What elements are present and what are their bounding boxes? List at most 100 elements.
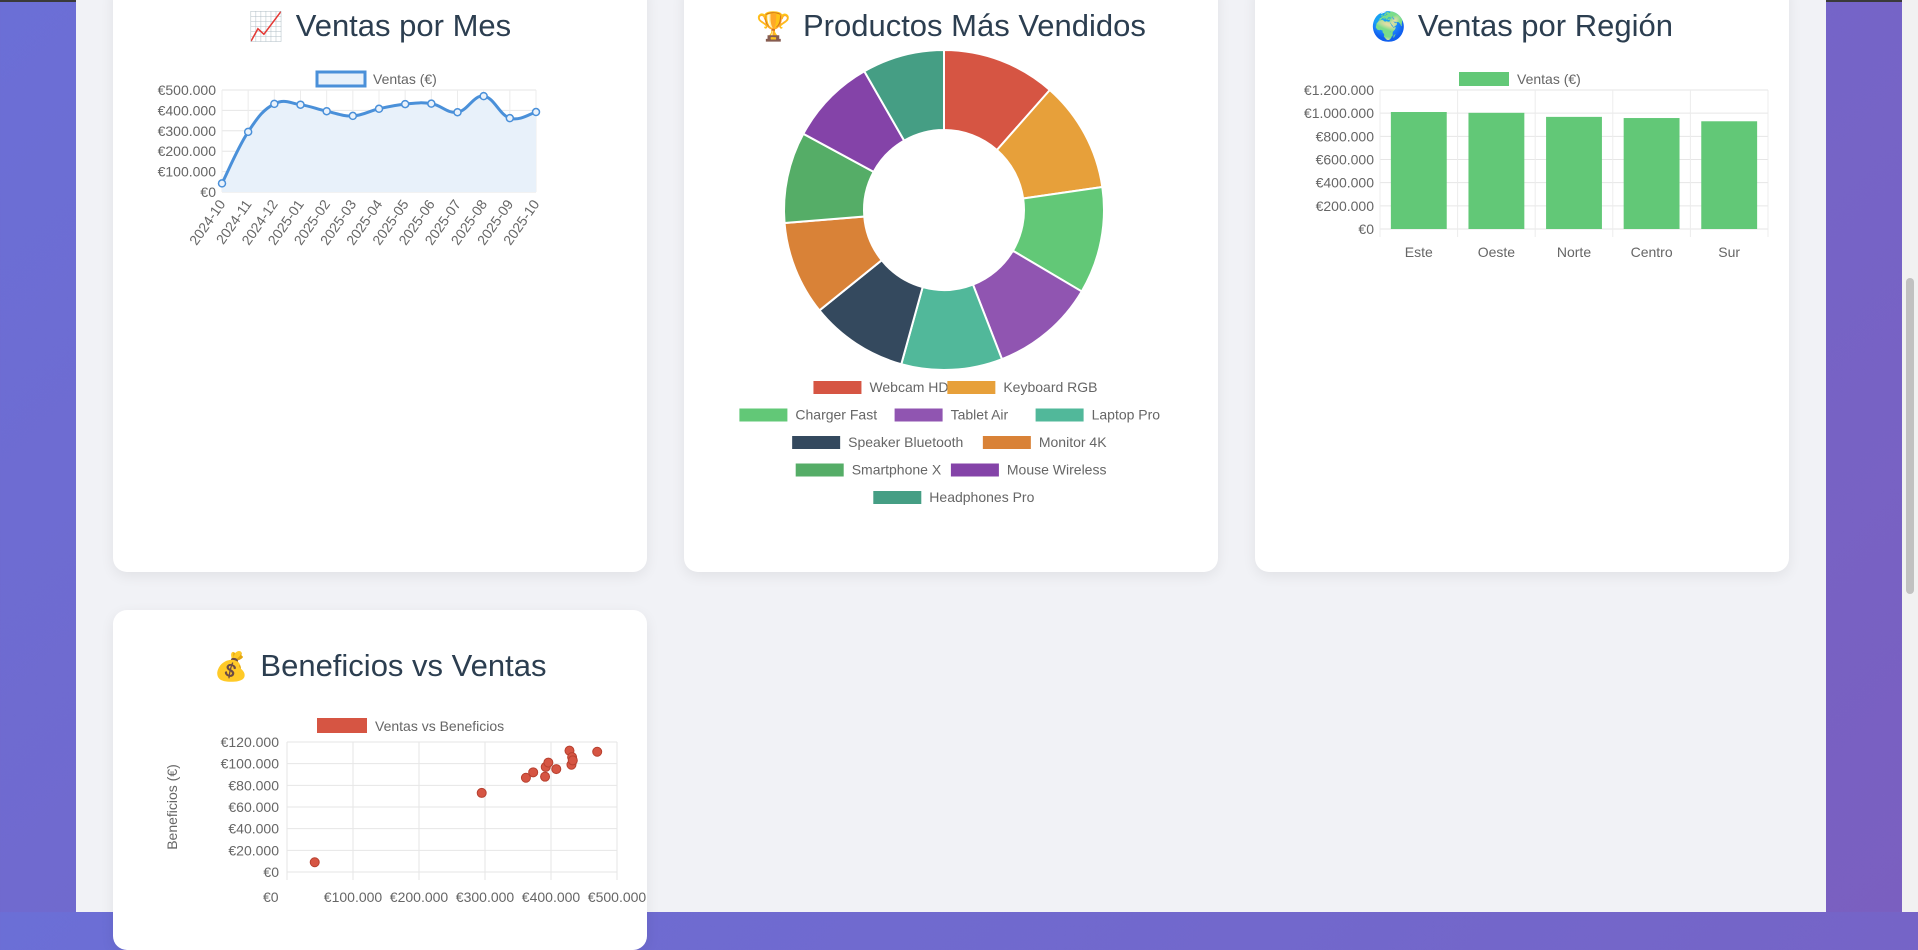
scatter-point xyxy=(543,757,554,768)
chart-increasing-icon: 📈 xyxy=(248,11,284,42)
data-point xyxy=(348,111,358,121)
legend-label: Keyboard RGB xyxy=(1003,379,1097,395)
legend-label: Ventas (€) xyxy=(373,71,437,87)
legend-label: Tablet Air xyxy=(951,407,1009,423)
y-tick-label: €100.000 xyxy=(158,164,217,180)
title-text: Productos Más Vendidos xyxy=(802,8,1146,43)
data-point xyxy=(505,113,515,123)
legend-label: Laptop Pro xyxy=(1092,407,1161,423)
data-point xyxy=(322,106,331,116)
bar-centro xyxy=(1623,118,1680,229)
y-tick-label: €100.000 xyxy=(221,756,280,772)
y-tick-label: €120.000 xyxy=(221,734,280,750)
legend-swatch xyxy=(792,436,841,449)
legend-label: Webcam HD xyxy=(869,379,948,395)
y-tick-label: €1.000.000 xyxy=(1304,105,1374,121)
card-title-sales-by-month: 📈 Ventas por Mes xyxy=(113,8,647,44)
legend-swatch xyxy=(947,381,996,394)
scatter-point xyxy=(567,755,578,766)
legend-label: Charger Fast xyxy=(795,407,877,423)
legend-swatch xyxy=(1459,72,1509,86)
legend-swatch xyxy=(813,381,862,394)
y-tick-label: €400.000 xyxy=(158,102,217,118)
legend-swatch xyxy=(1035,408,1084,422)
scatter-point xyxy=(528,767,539,778)
legend-label: Ventas (€) xyxy=(1517,71,1581,87)
y-tick-label: €300.000 xyxy=(158,123,217,139)
scatter-point xyxy=(309,857,320,868)
money-bag-icon: 💰 xyxy=(213,651,249,682)
legend-label: Smartphone X xyxy=(852,462,942,478)
y-tick-label: €500.000 xyxy=(158,82,217,98)
legend-label: Ventas vs Beneficios xyxy=(375,718,504,734)
trophy-icon: 🏆 xyxy=(756,11,791,42)
y-tick-label: €400.000 xyxy=(1316,175,1375,191)
y-tick-label: €200.000 xyxy=(158,143,217,159)
bar-norte xyxy=(1546,116,1602,229)
scatter-point xyxy=(540,771,551,782)
title-text: Ventas por Mes xyxy=(295,8,512,43)
x-tick-label: €100.000 xyxy=(324,889,383,905)
card-sales-by-month: 📈 Ventas por Mes Ventas (€) €0 €100.000 €200… xyxy=(113,0,647,572)
bar-este xyxy=(1390,112,1447,229)
data-point xyxy=(479,91,488,101)
y-tick-label: €40.000 xyxy=(228,821,279,837)
scatter-point xyxy=(476,787,487,798)
x-tick-label: €200.000 xyxy=(390,889,449,905)
scatter-point xyxy=(592,746,603,757)
data-point xyxy=(531,107,541,117)
y-tick-label: €1.200.000 xyxy=(1304,82,1374,98)
x-tick-label: Norte xyxy=(1557,244,1591,260)
bar-chart: Ventas (€) €0 €200.000 €400.000 €600.000 €800… xyxy=(1304,71,1769,260)
y-tick-label: €80.000 xyxy=(228,777,279,793)
legend-swatch xyxy=(317,718,367,733)
data-point xyxy=(453,107,462,117)
y-tick-label: €600.000 xyxy=(1316,152,1375,168)
legend-swatch xyxy=(739,408,788,422)
bar-oeste xyxy=(1468,112,1525,229)
x-tick-label: Sur xyxy=(1718,244,1740,260)
x-tick-label: €0 xyxy=(263,889,279,905)
legend-swatch xyxy=(982,436,1031,449)
line-chart: Ventas (€)€0€100.000€200.000€300.000€400… xyxy=(158,70,543,248)
legend-label: Monitor 4K xyxy=(1039,434,1107,450)
data-point xyxy=(270,99,279,109)
card-title-sales-by-region: 🌍 Ventas por Región xyxy=(1255,8,1789,44)
y-axis-title: Beneficios (€) xyxy=(164,764,180,850)
data-point xyxy=(296,100,305,109)
x-tick-label: Este xyxy=(1405,244,1433,260)
scatter-chart: Ventas vs Beneficios Beneficios (€) €0 €20.… xyxy=(164,718,647,905)
data-point xyxy=(217,179,227,188)
card-sales-by-region: 🌍 Ventas por Región Ventas (€) €0 €200.000 €… xyxy=(1255,0,1789,572)
y-tick-label: €800.000 xyxy=(1316,128,1375,144)
legend-swatch xyxy=(950,463,999,477)
x-tick-label: €400.000 xyxy=(522,889,581,905)
y-tick-label: €60.000 xyxy=(228,799,279,815)
card-title-profit-vs-sales: 💰 Beneficios vs Ventas xyxy=(113,648,647,684)
x-tick-label: €500.000 xyxy=(588,889,647,905)
x-tick-label: €300.000 xyxy=(456,889,515,905)
bar-sur xyxy=(1701,121,1758,229)
data-point xyxy=(243,127,253,137)
legend-label: Headphones Pro xyxy=(929,489,1034,505)
card-profit-vs-sales: 💰 Beneficios vs Ventas Ventas vs Benefici… xyxy=(113,610,647,950)
dashboard-content: 📈 Ventas por Mes Ventas (€) €0 €100.000 €200… xyxy=(76,0,1826,950)
legend-swatch xyxy=(315,70,367,88)
title-text: Beneficios vs Ventas xyxy=(260,648,547,683)
y-tick-label: €20.000 xyxy=(228,842,279,858)
globe-icon: 🌍 xyxy=(1371,11,1406,42)
y-tick-label: €0 xyxy=(1358,221,1374,237)
data-point xyxy=(400,99,410,109)
y-tick-label: €0 xyxy=(263,864,279,880)
x-tick-label: Centro xyxy=(1631,244,1673,260)
title-text: Ventas por Región xyxy=(1417,8,1673,43)
legend-swatch xyxy=(894,408,943,422)
card-top-products: 🏆 Productos Más Vendidos Webcam HD Keyboar… xyxy=(684,0,1218,572)
scrollbar-thumb[interactable] xyxy=(1906,278,1914,594)
x-tick-label: Oeste xyxy=(1478,244,1516,260)
doughnut-chart: Webcam HD Keyboard RGB Charger Fast Tablet … xyxy=(739,50,1161,505)
data-point xyxy=(427,99,436,108)
legend-label: Speaker Bluetooth xyxy=(848,434,963,450)
y-tick-label: €200.000 xyxy=(1316,198,1375,214)
scatter-point xyxy=(551,764,562,775)
